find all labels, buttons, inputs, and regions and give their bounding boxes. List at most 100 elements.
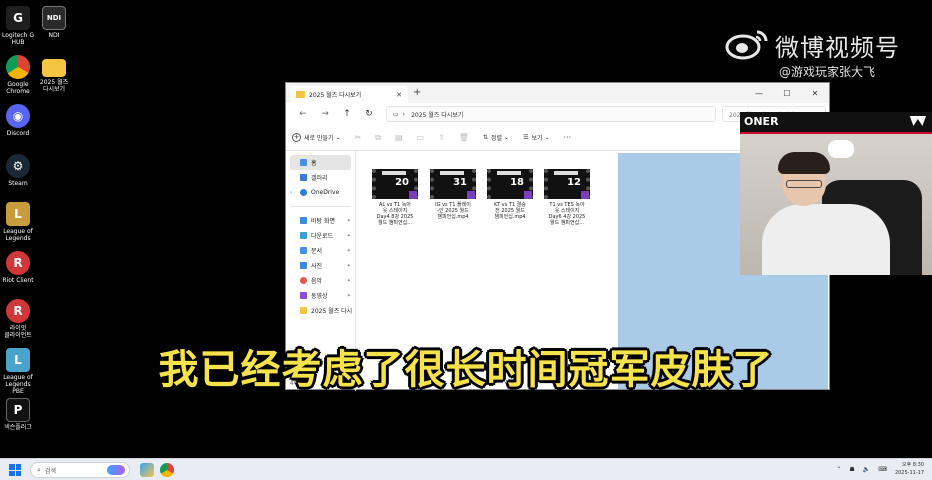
chevron-down-icon: ⌄	[335, 134, 341, 141]
video-file-icon	[467, 191, 475, 199]
refresh-icon[interactable]: ↻	[358, 109, 380, 119]
pin-icon: ✦	[346, 277, 351, 284]
thumbnail-scorebar	[440, 171, 464, 175]
thumbnail-score: 12	[567, 177, 581, 188]
thumbnail-scorebar	[382, 171, 406, 175]
sidebar-item-label: 갤러리	[311, 175, 328, 182]
weibo-logo-icon	[725, 30, 768, 60]
speaker-icon[interactable]: 🔈	[863, 466, 870, 473]
new-tab-icon[interactable]: +	[413, 87, 421, 98]
desktop-icon-label: League of Legends	[3, 228, 33, 242]
address-bar[interactable]: ▭ › 2025 월즈 다시보기	[386, 106, 716, 122]
sort-button[interactable]: ⇅ 정렬 ⌄	[483, 133, 509, 142]
search-placeholder: 검색	[44, 467, 56, 475]
desktop-icon	[300, 217, 307, 224]
file-name: IG vs T1 플레이 -인 2025 월드 챔피언십.mp4	[435, 202, 471, 220]
file-item[interactable]: 12 T1 vs TES 녹아 웃 스테이지 Day6 4강 2025 월드 챔…	[542, 169, 592, 226]
sidebar-item-label: 문서	[311, 248, 323, 255]
desktop-icon-riot[interactable]: R Riot Client	[0, 251, 36, 284]
cut-icon[interactable]: ✂	[355, 133, 362, 142]
sidebar-item-label: 홈	[311, 160, 317, 167]
weibo-watermark: 微博视频号 @游戏玩家张大飞	[725, 28, 925, 88]
sidebar-item-downloads[interactable]: 다운로드 ✦	[286, 228, 355, 243]
tab-close-icon[interactable]: ✕	[396, 91, 402, 99]
desktop-icon-worlds-folder[interactable]: 2025 월즈 다시보기	[36, 55, 72, 93]
desktop-icon-logitech[interactable]: G Logitech G HUB	[0, 6, 36, 46]
file-item[interactable]: 31 IG vs T1 플레이 -인 2025 월드 챔피언십.mp4	[428, 169, 478, 220]
divider	[290, 206, 351, 207]
sidebar-item-label: OneDrive	[311, 189, 340, 196]
sidebar-item-worlds-folder[interactable]: 2025 월즈 다시	[286, 303, 355, 318]
more-options-button[interactable]: ···	[564, 133, 572, 142]
taskbar-search[interactable]: ⌕ 검색	[30, 462, 130, 478]
sidebar-item-gallery[interactable]: 갤러리	[286, 170, 355, 185]
keyboard-icon[interactable]: ⌨	[878, 466, 887, 473]
copilot-icon[interactable]	[107, 465, 125, 475]
desktop-icon-league[interactable]: L League of Legends	[0, 202, 36, 242]
forward-arrow-icon[interactable]: →	[314, 109, 336, 119]
chevron-down-icon: ⌄	[544, 134, 550, 141]
discord-icon: ◉	[6, 104, 30, 128]
folder-icon	[42, 59, 66, 77]
cloud-icon	[300, 189, 307, 196]
desktop-icon-ndi[interactable]: NDI NDI	[36, 6, 72, 39]
copy-icon[interactable]: ⧉	[375, 133, 381, 143]
maximize-button[interactable]: ☐	[773, 83, 801, 103]
watermark-title: 微博视频号	[775, 34, 900, 62]
pin-icon: ✦	[346, 232, 351, 239]
chevron-up-icon[interactable]: ⌃	[836, 466, 841, 473]
explorer-tab[interactable]: 2025 월즈 다시보기 ✕	[290, 86, 408, 103]
view-button[interactable]: ☰ 보기 ⌄	[523, 133, 549, 142]
desktop-icon-label: Steam	[8, 180, 28, 187]
desktop-icon-steam[interactable]: ⚙ Steam	[0, 154, 36, 187]
video-thumbnail: 20	[372, 169, 418, 199]
sidebar-item-pictures[interactable]: 사진 ✦	[286, 258, 355, 273]
video-file-icon	[581, 191, 589, 199]
close-button[interactable]: ✕	[801, 83, 829, 103]
view-icon: ☰	[523, 134, 529, 141]
steam-icon: ⚙	[6, 154, 30, 178]
chrome-icon[interactable]	[160, 463, 174, 477]
delete-icon[interactable]: 🗑	[459, 133, 469, 142]
sidebar-item-desktop[interactable]: 바탕 화면 ✦	[286, 213, 355, 228]
sidebar-item-music[interactable]: 음악 ✦	[286, 273, 355, 288]
up-arrow-icon[interactable]: ↑	[336, 109, 358, 119]
folder-icon	[296, 91, 305, 98]
sidebar-item-label: 동영상	[311, 293, 328, 300]
window-controls: — ☐ ✕	[745, 83, 829, 103]
file-explorer-icon[interactable]	[140, 463, 154, 477]
logitech-icon: G	[6, 6, 30, 30]
system-tray: ⌃ ☗ 🔈 ⌨ 오후 8:30 2025-11-17	[836, 461, 924, 477]
monitor-icon: ▭	[393, 110, 399, 118]
title-bar: 2025 월즈 다시보기 ✕ + — ☐ ✕	[286, 83, 829, 103]
share-icon[interactable]: ⇪	[438, 133, 445, 142]
desktop-icon-riot-kr[interactable]: R 라이엇 클라이언트	[0, 299, 36, 339]
desktop: G Logitech G HUB NDI NDI Google Chrome 2…	[0, 0, 932, 458]
plush-toy	[828, 140, 854, 158]
new-button[interactable]: + 새로 만들기 ⌄	[292, 133, 341, 142]
back-arrow-icon[interactable]: ←	[292, 109, 314, 119]
paste-icon[interactable]: ▤	[395, 133, 403, 142]
plus-icon: +	[292, 133, 301, 142]
file-item[interactable]: 20 AL vs T1 녹아 웃 스테이지 Day4 8강 2025 월드 챔피…	[370, 169, 420, 226]
sidebar-item-home[interactable]: 홈	[290, 155, 351, 170]
sidebar-item-label: 사진	[311, 263, 323, 270]
sort-label: 정렬	[490, 135, 503, 142]
thumbnail-scorebar	[497, 171, 521, 175]
network-icon[interactable]: ☗	[849, 466, 854, 473]
desktop-icon-discord[interactable]: ◉ Discord	[0, 104, 36, 137]
minimize-button[interactable]: —	[745, 83, 773, 103]
video-icon	[300, 292, 307, 299]
sidebar-item-onedrive[interactable]: › OneDrive	[286, 185, 355, 200]
desktop-icon-chrome[interactable]: Google Chrome	[0, 55, 36, 95]
start-button[interactable]	[9, 464, 21, 476]
sidebar-item-documents[interactable]: 문서 ✦	[286, 243, 355, 258]
sidebar-item-videos[interactable]: 동영상 ✦	[286, 288, 355, 303]
clock[interactable]: 오후 8:30 2025-11-17	[895, 461, 924, 477]
rename-icon[interactable]: ▭	[417, 133, 425, 142]
desktop-icon-nexon[interactable]: P 넥슨플러그	[0, 398, 36, 431]
gallery-icon	[300, 174, 307, 181]
address-text: 2025 월즈 다시보기	[411, 111, 464, 119]
file-item[interactable]: 18 KT vs T1 결승 전 2025 월드 챔피언십.mp4	[485, 169, 535, 220]
taskbar: ⌕ 검색 ⌃ ☗ 🔈 ⌨ 오후 8:30 2025-11-17	[0, 458, 932, 480]
